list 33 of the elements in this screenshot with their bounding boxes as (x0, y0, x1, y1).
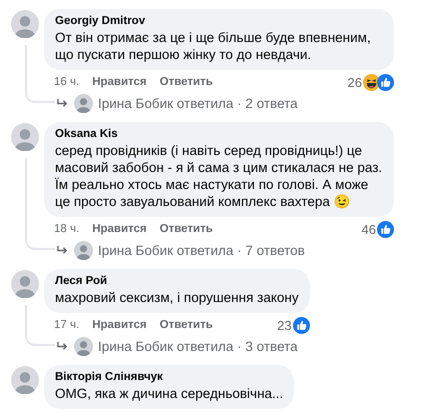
like-link[interactable]: Нравится (92, 223, 147, 235)
reply-link[interactable]: Ответить (160, 223, 213, 235)
reply-link[interactable]: Ответить (160, 76, 213, 88)
reply-arrow-icon (56, 340, 69, 352)
comment-text: махровий сексизм, і порушення закону (55, 289, 299, 306)
timestamp[interactable]: 16 ч. (54, 76, 80, 88)
like-link[interactable]: Нравится (92, 319, 147, 331)
avatar (11, 366, 39, 394)
avatar (74, 240, 93, 260)
author-name[interactable]: Леся Рой (55, 274, 299, 289)
timestamp[interactable]: 18 ч. (54, 223, 80, 235)
reaction-count[interactable]: 46 (362, 222, 376, 236)
avatar (11, 270, 39, 298)
avatar (11, 123, 39, 151)
timestamp[interactable]: 17 ч. (54, 319, 80, 331)
reply-link[interactable]: Ответить (160, 319, 213, 331)
avatar (74, 336, 93, 356)
comment-text: OMG, яка ж дичина середньовічна... (55, 385, 284, 402)
replies-link[interactable]: Ірина Бобик ответила · 7 ответов (98, 242, 305, 258)
author-name[interactable]: Oksana Kis (55, 127, 383, 142)
reply-arrow-icon (56, 244, 69, 256)
avatar (74, 94, 93, 112)
reaction-count[interactable]: 26 (348, 74, 362, 90)
replies-link[interactable]: Ірина Бобик ответила · 3 ответа (98, 338, 298, 354)
comment-text: серед провідників (і навіть серед провідниць!) це масовий забобон - я й сама з цим стикалася не раз. Їм реально хтось має настукати по голові. А може це просто завуальований комплекс вахтера 😉 (55, 142, 383, 210)
reaction-count[interactable]: 23 (277, 318, 292, 332)
like-link[interactable]: Нравится (92, 76, 147, 88)
reply-arrow-icon (56, 98, 69, 108)
author-name[interactable]: Вікторія Слінявчук (55, 370, 284, 385)
avatar (11, 10, 39, 38)
comment-text: От він отримає за це і ще більше буде впевненим, що пускати першою жінку то до невдачи. (55, 29, 372, 63)
author-name[interactable]: Georgiy Dmitrov (55, 14, 383, 29)
replies-link[interactable]: Ірина Бобик ответила · 2 ответа (98, 96, 298, 110)
